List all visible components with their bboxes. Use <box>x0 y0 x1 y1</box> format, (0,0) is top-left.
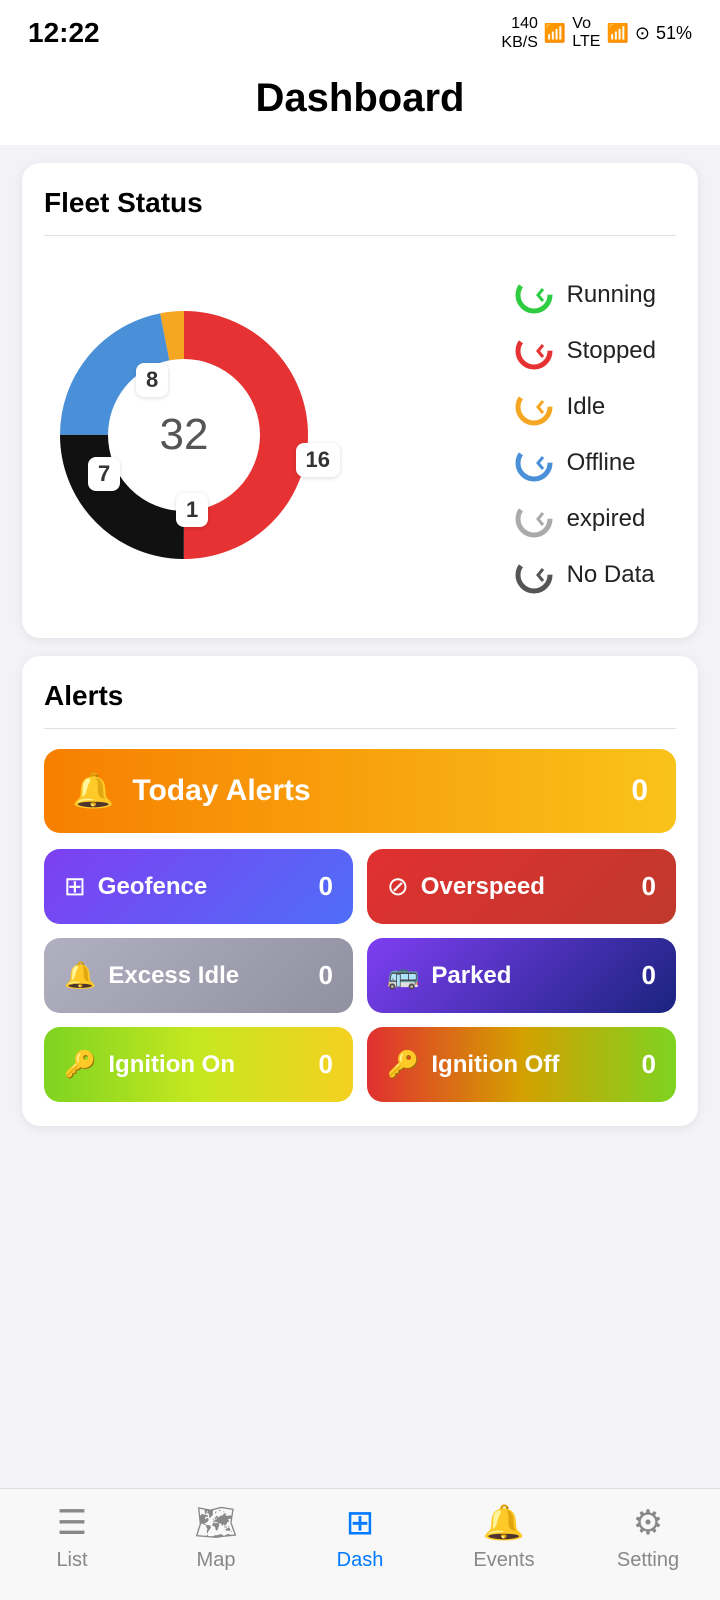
ignition-off-icon: 🔑 <box>387 1049 419 1080</box>
ignition-on-icon: 🔑 <box>64 1049 96 1080</box>
ignition-on-left: 🔑 Ignition On <box>64 1049 235 1080</box>
legend-running: Running <box>515 276 656 314</box>
ignition-off-count: 0 <box>642 1049 656 1080</box>
chart-label-running: 16 <box>296 443 340 477</box>
chart-label-idle: 1 <box>176 493 208 527</box>
fleet-legend: Running Stopped Idle <box>515 276 666 594</box>
data-speed: 140KB/S <box>501 14 537 52</box>
nav-events[interactable]: 🔔 Events <box>459 1503 549 1572</box>
bottom-nav: ☰ List 🗺 Map ⊞ Dash 🔔 Events ⚙ Setting <box>0 1488 720 1600</box>
ignition-off-label: Ignition Off <box>431 1051 559 1079</box>
setting-nav-label: Setting <box>617 1549 679 1572</box>
battery-icon: ⊙ <box>635 23 650 44</box>
ignition-on-button[interactable]: 🔑 Ignition On 0 <box>44 1027 353 1102</box>
dash-nav-icon: ⊞ <box>346 1503 375 1543</box>
geofence-count: 0 <box>319 871 333 902</box>
ignition-off-button[interactable]: 🔑 Ignition Off 0 <box>367 1027 676 1102</box>
signal-icon: 📶 <box>606 23 628 44</box>
stopped-icon <box>515 332 553 370</box>
overspeed-left: ⊘ Overspeed <box>387 871 545 902</box>
fleet-divider <box>44 235 676 236</box>
fleet-status-title: Fleet Status <box>44 187 676 219</box>
fleet-content: 32 8 16 7 1 Running <box>44 256 676 614</box>
legend-offline-label: Offline <box>567 449 636 477</box>
chart-label-stopped: 8 <box>136 363 168 397</box>
nav-dash[interactable]: ⊞ Dash <box>315 1503 405 1572</box>
excess-idle-count: 0 <box>319 960 333 991</box>
parked-count: 0 <box>642 960 656 991</box>
parked-label: Parked <box>431 962 511 990</box>
today-alert-bell-icon: 🔔 <box>72 771 114 811</box>
chart-label-offline: 7 <box>88 457 120 491</box>
wifi-icon: 📶 <box>544 23 566 44</box>
overspeed-button[interactable]: ⊘ Overspeed 0 <box>367 849 676 924</box>
legend-idle-label: Idle <box>567 393 606 421</box>
parked-button[interactable]: 🚌 Parked 0 <box>367 938 676 1013</box>
dash-nav-label: Dash <box>337 1549 384 1572</box>
status-time: 12:22 <box>28 17 100 49</box>
overspeed-label: Overspeed <box>421 873 545 901</box>
legend-running-label: Running <box>567 281 656 309</box>
legend-nodata: No Data <box>515 556 656 594</box>
map-nav-icon: 🗺 <box>194 1503 237 1543</box>
running-icon <box>515 276 553 314</box>
page-title: Dashboard <box>0 76 720 121</box>
today-alerts-count: 0 <box>631 774 648 808</box>
expired-icon <box>515 500 553 538</box>
parked-left: 🚌 Parked <box>387 960 511 991</box>
geofence-label: Geofence <box>98 873 207 901</box>
page-header: Dashboard <box>0 60 720 145</box>
idle-icon <box>515 388 553 426</box>
nodata-icon <box>515 556 553 594</box>
legend-stopped: Stopped <box>515 332 656 370</box>
today-alerts-left: 🔔 Today Alerts <box>72 771 311 811</box>
legend-expired-label: expired <box>567 505 646 533</box>
excess-idle-icon: 🔔 <box>64 960 96 991</box>
parked-icon: 🚌 <box>387 960 419 991</box>
fleet-status-card: Fleet Status <box>22 163 698 638</box>
list-nav-icon: ☰ <box>57 1503 87 1543</box>
network-icon: VoLTE <box>572 15 600 51</box>
events-nav-label: Events <box>473 1549 534 1572</box>
legend-nodata-label: No Data <box>567 561 655 589</box>
legend-offline: Offline <box>515 444 656 482</box>
alerts-divider <box>44 728 676 729</box>
ignition-on-label: Ignition On <box>108 1051 235 1079</box>
donut-chart: 32 8 16 7 1 <box>44 295 324 575</box>
excess-idle-button[interactable]: 🔔 Excess Idle 0 <box>44 938 353 1013</box>
overspeed-icon: ⊘ <box>387 871 409 902</box>
excess-idle-label: Excess Idle <box>108 962 239 990</box>
legend-idle: Idle <box>515 388 656 426</box>
map-nav-label: Map <box>197 1549 236 1572</box>
battery-percent: 51% <box>656 23 692 44</box>
geofence-left: ⊞ Geofence <box>64 871 207 902</box>
nav-setting[interactable]: ⚙ Setting <box>603 1503 693 1572</box>
ignition-on-count: 0 <box>319 1049 333 1080</box>
geofence-button[interactable]: ⊞ Geofence 0 <box>44 849 353 924</box>
nav-map[interactable]: 🗺 Map <box>171 1503 261 1572</box>
nav-list[interactable]: ☰ List <box>27 1503 117 1572</box>
list-nav-label: List <box>56 1549 87 1572</box>
events-nav-icon: 🔔 <box>483 1503 525 1543</box>
legend-stopped-label: Stopped <box>567 337 656 365</box>
setting-nav-icon: ⚙ <box>633 1503 663 1543</box>
ignition-off-left: 🔑 Ignition Off <box>387 1049 559 1080</box>
alerts-title: Alerts <box>44 680 676 712</box>
status-icons: 140KB/S 📶 VoLTE 📶 ⊙ 51% <box>501 14 692 52</box>
today-alerts-label: Today Alerts <box>132 774 310 808</box>
today-alerts-button[interactable]: 🔔 Today Alerts 0 <box>44 749 676 833</box>
geofence-icon: ⊞ <box>64 871 86 902</box>
legend-expired: expired <box>515 500 656 538</box>
status-bar: 12:22 140KB/S 📶 VoLTE 📶 ⊙ 51% <box>0 0 720 60</box>
alerts-card: Alerts 🔔 Today Alerts 0 ⊞ Geofence 0 <box>22 656 698 1126</box>
alert-grid: ⊞ Geofence 0 ⊘ Overspeed 0 🔔 Excess Idle <box>44 849 676 1102</box>
overspeed-count: 0 <box>642 871 656 902</box>
offline-icon <box>515 444 553 482</box>
excess-idle-left: 🔔 Excess Idle <box>64 960 239 991</box>
